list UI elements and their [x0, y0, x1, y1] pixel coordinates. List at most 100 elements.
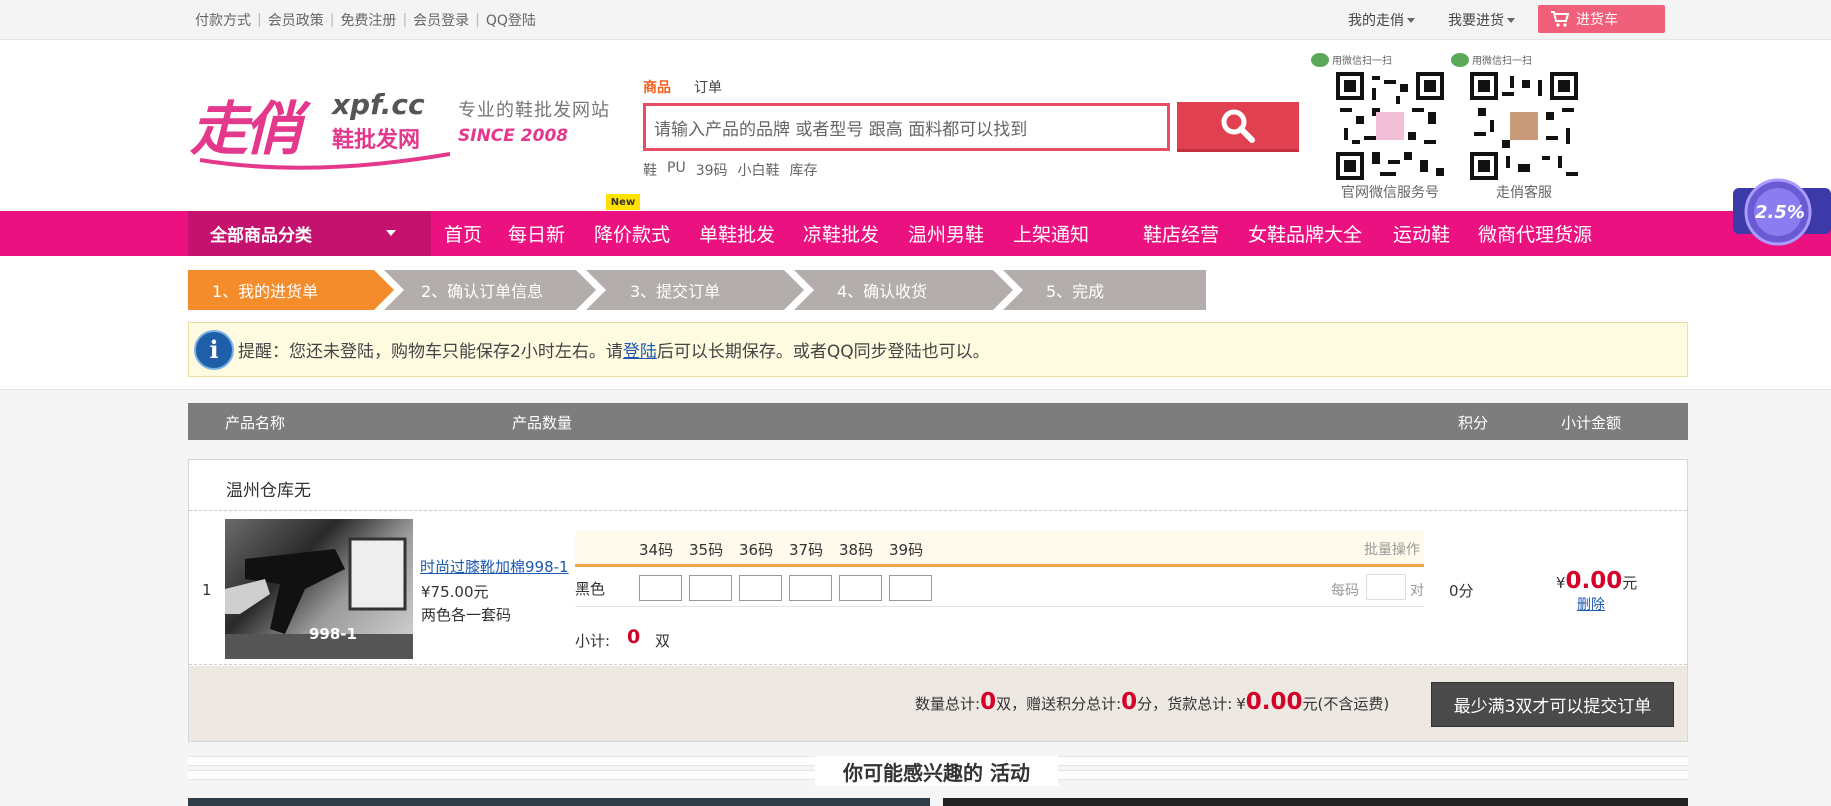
step-1: 1、我的进货单: [212, 282, 319, 301]
activities-title: 你可能感兴趣的 活动: [815, 756, 1058, 786]
qty-input-37[interactable]: [789, 575, 832, 601]
restock-menu[interactable]: 我要进货: [1448, 0, 1515, 40]
nav-wenzhou-men[interactable]: 温州男鞋: [908, 211, 984, 256]
qq-login-link[interactable]: QQ登陆: [486, 10, 536, 30]
hot-keyword[interactable]: 39码: [696, 160, 728, 180]
floating-promo-badge[interactable]: 2.5%: [1733, 178, 1831, 250]
bulk-action-link[interactable]: 批量操作: [1364, 539, 1420, 559]
cart-label: 进货车: [1576, 12, 1618, 28]
qr-code-icon: [1470, 72, 1578, 180]
subtotal-label: 小计:: [575, 632, 611, 650]
tab-goods[interactable]: 商品: [643, 77, 671, 97]
search-input[interactable]: 请输入产品的品牌 或者型号 跟高 面料都可以找到: [643, 103, 1170, 151]
submit-order-button[interactable]: 最少满3双才可以提交订单: [1431, 682, 1674, 727]
divider: [189, 510, 1687, 511]
totals-text: 数量总计: 0 双， 赠送积分总计: 0 分， 货款总计: ¥ 0.00 元(不…: [915, 689, 1389, 715]
notice-login-link[interactable]: 登陆: [623, 337, 657, 362]
wechat-icon: [1311, 52, 1329, 67]
top-links: 付款方式 | 会员政策 | 免费注册 | 会员登录 | QQ登陆: [195, 10, 536, 30]
product-price: ¥75.00元: [421, 583, 489, 601]
cart-button[interactable]: 进货车: [1538, 5, 1665, 33]
member-policy-link[interactable]: 会员政策: [268, 10, 324, 30]
my-account-label: 我的走俏: [1348, 13, 1404, 29]
step-2: 2、确认订单信息: [421, 282, 544, 301]
subtotal-qty: 0: [627, 626, 641, 648]
chevron-down-icon: [1507, 17, 1515, 23]
nav-women-brands[interactable]: 女鞋品牌大全: [1248, 211, 1362, 256]
size-label: 37码: [789, 541, 824, 559]
wechat-scan-hint: 用微信扫一扫: [1311, 52, 1392, 67]
nav-store-operation[interactable]: 鞋店经营: [1143, 211, 1219, 256]
nav-price-drop[interactable]: 降价款式: [594, 211, 670, 256]
chevron-down-icon: [1407, 17, 1415, 23]
tab-orders[interactable]: 订单: [694, 77, 722, 97]
nav-single-shoes[interactable]: 单鞋批发: [699, 211, 775, 256]
qr-label: 走俏客服: [1496, 185, 1552, 201]
col-subtotal: 小计金额: [1561, 414, 1622, 432]
hot-keyword[interactable]: 小白鞋: [738, 160, 780, 180]
per-size-input[interactable]: [1366, 574, 1406, 600]
since-text: SINCE 2008: [458, 126, 569, 146]
qty-input-38[interactable]: [839, 575, 882, 601]
size-label: 36码: [739, 541, 774, 559]
activity-banner[interactable]: [188, 798, 930, 806]
search-button[interactable]: [1177, 102, 1299, 152]
qr-label: 官网微信服务号: [1341, 185, 1439, 201]
restock-label: 我要进货: [1448, 13, 1504, 29]
size-label: 38码: [839, 541, 874, 559]
pair-unit: 对: [1410, 583, 1424, 599]
size-label: 39码: [889, 541, 924, 559]
total-qty-unit: 双，: [996, 695, 1027, 713]
item-amount: ¥ 0.00 元: [1556, 568, 1637, 594]
nav-restock-notice[interactable]: 上架通知: [1013, 211, 1089, 256]
qty-input-34[interactable]: [639, 575, 682, 601]
notice-text: 后可以长期保存。或者QQ同步登陆也可以。: [656, 342, 990, 362]
step-4: 4、确认收货: [837, 282, 928, 301]
item-points: 0分: [1449, 582, 1474, 600]
qr-code-support: [1470, 72, 1578, 180]
total-points-unit: 分，: [1137, 695, 1168, 713]
chevron-down-icon: [386, 230, 396, 236]
register-link[interactable]: 免费注册: [340, 10, 396, 30]
notice-text: 提醒：您还未登陆，购物车只能保存2小时左右。请: [238, 342, 623, 362]
my-account-menu[interactable]: 我的走俏: [1348, 0, 1415, 40]
logo-swoosh: [199, 152, 450, 170]
divider: [189, 664, 1687, 665]
step-3: 3、提交订单: [630, 282, 721, 301]
total-qty: 0: [980, 689, 997, 715]
nav-home[interactable]: 首页: [444, 211, 482, 256]
hot-keywords: 鞋 PU 39码 小白鞋 库存: [643, 160, 818, 180]
hot-keyword[interactable]: 库存: [790, 160, 818, 180]
step-5: 5、完成: [1046, 282, 1105, 301]
product-image[interactable]: 998-1: [225, 519, 413, 659]
total-points: 0: [1121, 689, 1138, 715]
login-link[interactable]: 会员登录: [413, 10, 469, 30]
delete-link[interactable]: 删除: [1577, 594, 1605, 614]
product-title-link[interactable]: 时尚过膝靴加棉998-1: [420, 556, 569, 577]
qr-code-icon: [1336, 72, 1444, 180]
login-notice: i 提醒：您还未登陆，购物车只能保存2小时左右。请 登陆 后可以长期保存。或者QQ同…: [188, 322, 1688, 377]
nav-sports-shoes[interactable]: 运动鞋: [1393, 211, 1450, 256]
product-note: 两色各一套码: [421, 606, 512, 624]
site-logo[interactable]: 走俏 xpf.cc 鞋批发网: [190, 82, 450, 172]
hot-keyword[interactable]: PU: [667, 160, 686, 180]
all-categories-menu[interactable]: 全部商品分类: [188, 211, 431, 256]
col-points: 积分: [1458, 414, 1489, 432]
image-tag: 998-1: [309, 625, 357, 643]
hot-keyword[interactable]: 鞋: [643, 160, 657, 180]
nav-micro-agent[interactable]: 微商代理货源: [1478, 211, 1592, 256]
item-index: 1: [202, 581, 212, 599]
qty-input-36[interactable]: [739, 575, 782, 601]
nav-daily-new[interactable]: 每日新: [508, 211, 565, 256]
search-icon: [1221, 109, 1255, 143]
col-product-name: 产品名称: [225, 414, 286, 432]
total-goods: 0.00: [1245, 689, 1303, 715]
wechat-scan-hint: 用微信扫一扫: [1451, 52, 1532, 67]
qty-input-39[interactable]: [889, 575, 932, 601]
activity-banner[interactable]: [943, 798, 1688, 806]
new-badge: New: [606, 194, 640, 210]
amount-unit: 元: [1622, 574, 1638, 592]
qty-input-35[interactable]: [689, 575, 732, 601]
nav-sandals[interactable]: 凉鞋批发: [803, 211, 879, 256]
payment-link[interactable]: 付款方式: [195, 10, 251, 30]
